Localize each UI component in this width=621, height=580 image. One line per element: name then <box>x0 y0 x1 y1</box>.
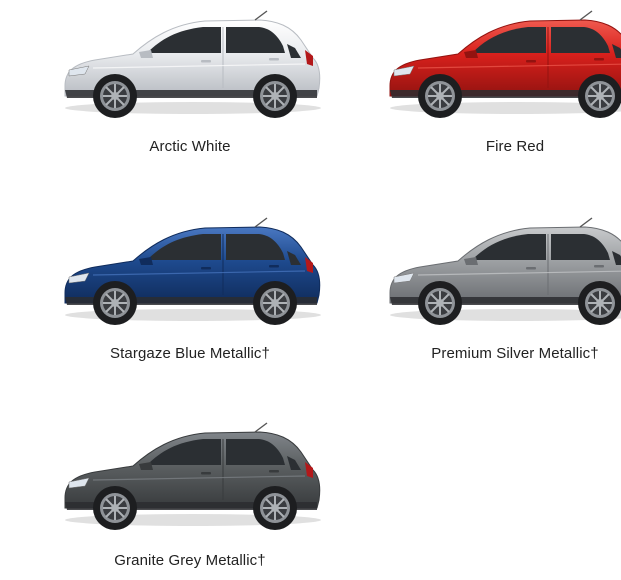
color-swatch-arctic-white[interactable]: Arctic White <box>30 8 350 168</box>
color-swatch-premium-silver[interactable]: Premium Silver Metallic† <box>355 215 621 375</box>
color-label: Arctic White <box>149 138 231 155</box>
color-swatch-stargaze-blue[interactable]: Stargaze Blue Metallic† <box>30 215 350 375</box>
color-label: Stargaze Blue Metallic† <box>110 345 270 362</box>
car-illustration <box>64 10 321 118</box>
car-image <box>380 8 621 118</box>
color-swatch-granite-grey[interactable]: Granite Grey Metallic† <box>30 420 350 580</box>
car-image <box>55 215 325 325</box>
color-label: Granite Grey Metallic† <box>114 552 266 569</box>
car-illustration <box>389 217 621 325</box>
color-swatch-fire-red[interactable]: Fire Red <box>355 8 621 168</box>
car-image <box>55 8 325 118</box>
car-illustration <box>64 422 321 530</box>
car-image <box>55 420 325 530</box>
car-image <box>380 215 621 325</box>
color-label: Fire Red <box>485 138 545 155</box>
car-illustration <box>389 10 621 118</box>
color-label: Premium Silver Metallic† <box>431 345 599 362</box>
car-illustration <box>64 217 321 325</box>
